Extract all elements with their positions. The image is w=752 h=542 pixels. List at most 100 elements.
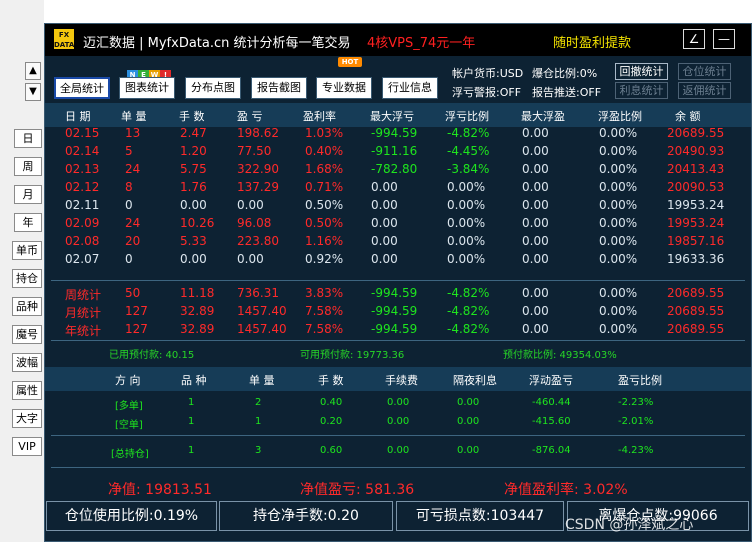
table-cell: 223.80 xyxy=(237,234,279,248)
col-floating-pnl: 浮动盈亏 xyxy=(529,374,573,387)
side-button-property[interactable]: 属性 xyxy=(12,381,42,400)
table-cell: 2.47 xyxy=(180,126,207,140)
table-cell: 1.76 xyxy=(180,180,207,194)
summary-row: 周统计 50 11.18 736.31 3.83% -994.59 -4.82% 0.00 0.… xyxy=(45,285,751,303)
loss-points-available: 可亏损点数:103447 xyxy=(396,501,564,531)
table-cell: 0.00 xyxy=(522,322,549,336)
table-cell: 0.00 xyxy=(387,397,410,408)
scroll-up-button[interactable]: ▲ xyxy=(25,62,41,80)
table-cell: 137.29 xyxy=(237,180,279,194)
table-cell: 0.00 xyxy=(522,144,549,158)
table-cell: 1.03% xyxy=(305,126,344,140)
side-button-symbol[interactable]: 品种 xyxy=(12,297,42,316)
positions-table-header: 方 向 品 种 单 量 手 数 手续费 隔夜利息 浮动盈亏 盈亏比例 xyxy=(45,367,751,391)
side-button-holdings[interactable]: 持仓 xyxy=(12,269,42,288)
table-cell: 0.00% xyxy=(599,162,638,176)
table-cell: 0.92% xyxy=(305,252,344,266)
table-cell: 77.50 xyxy=(237,144,272,158)
distribution-button[interactable]: 分布点图 xyxy=(185,77,241,99)
resize-button[interactable]: ∠ xyxy=(683,29,705,49)
table-cell: 1 xyxy=(255,416,262,427)
daily-table-header: 日 期 单 量 手 数 盈 亏 盈利率 最大浮亏 浮亏比例 最大浮盈 浮盈比例 … xyxy=(45,103,751,127)
interest-stats-button[interactable]: 利息统计 xyxy=(615,82,668,99)
logo-text-bottom: DATA xyxy=(54,41,75,49)
minimize-button[interactable]: — xyxy=(713,29,735,49)
side-button-month[interactable]: 月 xyxy=(14,185,42,204)
table-cell: 5 xyxy=(125,144,133,158)
table-cell: 3.83% xyxy=(305,286,344,300)
table-cell: 13 xyxy=(125,126,141,140)
industry-info-button[interactable]: 行业信息 xyxy=(382,77,438,99)
table-cell: 0.00 xyxy=(522,216,549,230)
vps-promo-link[interactable]: 4核VPS_74元一年 xyxy=(367,32,475,51)
table-cell: -782.80 xyxy=(371,162,418,176)
report-screenshot-button[interactable]: 报告截图 xyxy=(251,77,307,99)
position-stats-button[interactable]: 仓位统计 xyxy=(678,63,731,80)
table-cell: 0.00% xyxy=(599,180,638,194)
col-lots: 手 数 xyxy=(179,110,205,123)
table-cell: 20490.93 xyxy=(667,144,725,158)
table-cell: 2 xyxy=(255,397,262,408)
table-cell: 0.00 xyxy=(522,234,549,248)
table-cell: 0.00% xyxy=(599,234,638,248)
table-cell: 0.00 xyxy=(237,198,264,212)
app-title: 迈汇数据 | MyfxData.cn 统计分析每一笔交易 xyxy=(83,36,351,51)
table-cell: 1.20 xyxy=(180,144,207,158)
withdraw-promo-link[interactable]: 随时盈利提款 xyxy=(553,32,631,51)
stats-panel: FX DATA 迈汇数据 | MyfxData.cn 统计分析每一笔交易 4核V… xyxy=(44,23,752,542)
table-cell: 32.89 xyxy=(180,304,215,318)
separator xyxy=(51,435,745,436)
table-cell: 96.08 xyxy=(237,216,272,230)
table-cell: -3.84% xyxy=(447,162,490,176)
table-cell: -415.60 xyxy=(532,416,571,427)
col-balance: 余 额 xyxy=(675,110,701,123)
table-cell: 0.00% xyxy=(599,144,638,158)
equity-pnl: 净值盈亏: 581.36 xyxy=(300,482,415,498)
side-button-week[interactable]: 周 xyxy=(14,157,42,176)
table-cell: 0.60 xyxy=(320,445,343,456)
drawdown-stats-button[interactable]: 回撤统计 xyxy=(615,63,668,80)
table-cell: -460.44 xyxy=(532,397,571,408)
side-button-day[interactable]: 日 xyxy=(14,129,42,148)
table-row: 02.14 5 1.20 77.50 0.40% -911.16 -4.45% 0.00 0.0… xyxy=(45,143,751,161)
table-cell: 0.00% xyxy=(599,198,638,212)
table-cell: 02.13 xyxy=(65,162,100,176)
title-bar: FX DATA 迈汇数据 | MyfxData.cn 统计分析每一笔交易 4核V… xyxy=(45,24,751,56)
position-usage-ratio: 仓位使用比例:0.19% xyxy=(46,501,217,531)
table-cell: 0.00 xyxy=(522,162,549,176)
table-cell: -994.59 xyxy=(371,286,418,300)
side-button-year[interactable]: 年 xyxy=(14,213,42,232)
table-cell: 20689.55 xyxy=(667,322,725,336)
chart-stats-button[interactable]: 图表统计 xyxy=(119,77,175,99)
table-cell: 02.09 xyxy=(65,216,100,230)
pro-data-button[interactable]: 专业数据 xyxy=(316,77,372,99)
separator xyxy=(51,467,745,468)
table-row: 02.07 0 0.00 0.00 0.92% 0.00 0.00% 0.00 0.00% 196… xyxy=(45,251,751,269)
report-push: 报告推送:OFF xyxy=(532,86,602,99)
table-row: 02.12 8 1.76 137.29 0.71% 0.00 0.00% 0.00 0.00% 2… xyxy=(45,179,751,197)
side-button-large-font[interactable]: 大字 xyxy=(12,409,42,428)
side-button-volatility[interactable]: 波幅 xyxy=(12,353,42,372)
col-lots: 手 数 xyxy=(318,374,344,387)
table-cell: 127 xyxy=(125,322,148,336)
table-cell: 0.00% xyxy=(599,286,638,300)
table-cell: 0.00% xyxy=(599,252,638,266)
table-cell: 0.00 xyxy=(371,252,398,266)
down-arrow-icon: ▼ xyxy=(29,86,37,97)
side-button-vip[interactable]: VIP xyxy=(12,437,42,456)
table-cell: 20413.43 xyxy=(667,162,725,176)
table-cell: 0.00% xyxy=(599,126,638,140)
margin-level: 预付款比例: 49354.03% xyxy=(503,350,617,361)
table-cell: 0.00 xyxy=(237,252,264,266)
global-stats-button[interactable]: 全局统计 xyxy=(54,77,110,99)
table-cell: 0.00% xyxy=(447,234,486,248)
table-cell: 1457.40 xyxy=(237,322,287,336)
table-cell: 0.00 xyxy=(180,198,207,212)
table-cell: 0 xyxy=(125,198,133,212)
side-button-magic[interactable]: 魔号 xyxy=(12,325,42,344)
account-currency: 帐户货币:USD xyxy=(452,67,524,80)
side-button-single-currency[interactable]: 单币 xyxy=(12,241,42,260)
scroll-down-button[interactable]: ▼ xyxy=(25,83,41,101)
net-equity: 净值: 19813.51 xyxy=(108,482,212,498)
rebate-stats-button[interactable]: 返佣统计 xyxy=(678,82,731,99)
